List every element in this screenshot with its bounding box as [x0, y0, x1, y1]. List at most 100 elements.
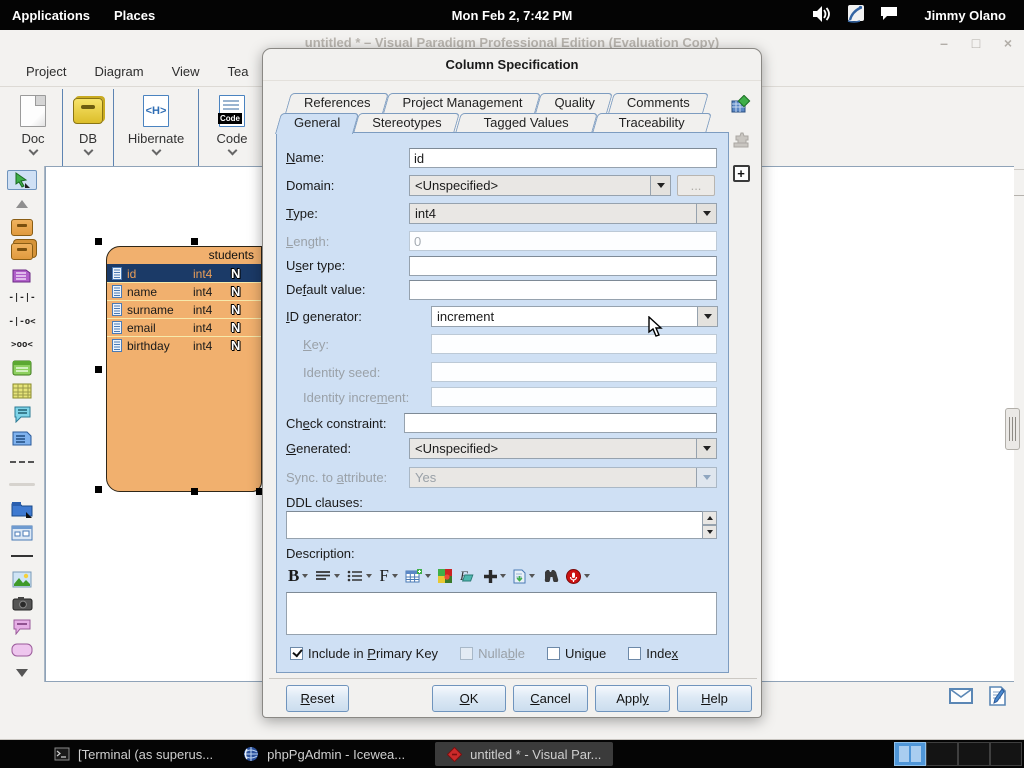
checkbox-icon[interactable]: [547, 647, 560, 660]
selection-handle[interactable]: [191, 238, 198, 245]
dashed-connector-tool[interactable]: [7, 453, 37, 471]
dropdown-arrow-icon[interactable]: [696, 439, 716, 458]
format-painter-icon[interactable]: F: [458, 568, 479, 584]
task-visual-paradigm[interactable]: untitled * - Visual Par...: [435, 742, 613, 766]
description-input[interactable]: [286, 592, 717, 635]
selection-handle[interactable]: [95, 366, 102, 373]
plus-icon[interactable]: [482, 569, 508, 584]
entity-tool[interactable]: [7, 218, 37, 237]
selection-handle[interactable]: [191, 488, 198, 495]
cancel-button[interactable]: Cancel: [513, 685, 588, 712]
id-generator-combo[interactable]: increment: [431, 306, 718, 327]
generated-combo[interactable]: <Unspecified>: [409, 438, 717, 459]
workspace-4[interactable]: [990, 742, 1022, 766]
menu-project[interactable]: Project: [12, 64, 80, 79]
entity-row-email[interactable]: email int4 N: [107, 318, 261, 336]
unique-checkbox[interactable]: Unique: [547, 646, 606, 661]
add-button[interactable]: +: [733, 165, 750, 182]
domain-combo[interactable]: <Unspecified>: [409, 175, 671, 196]
panel-grip[interactable]: [1005, 408, 1020, 450]
selection-handle[interactable]: [95, 238, 102, 245]
diagram-overview-tool[interactable]: [7, 524, 37, 542]
entity-row-name[interactable]: name int4 N: [107, 282, 261, 300]
check-constraint-input[interactable]: [404, 413, 717, 433]
menu-view[interactable]: View: [158, 64, 214, 79]
edit-document-icon[interactable]: [989, 686, 1006, 709]
color-grid-icon[interactable]: [436, 568, 455, 584]
volume-icon[interactable]: [812, 5, 832, 26]
callout-tool[interactable]: [7, 405, 37, 424]
selection-handle[interactable]: [95, 486, 102, 493]
include-in-primary-key-checkbox[interactable]: Include in Primary Key: [290, 646, 438, 661]
bold-icon[interactable]: B: [286, 565, 310, 587]
note-tool[interactable]: [7, 429, 37, 447]
one-to-one-relationship-tool[interactable]: -|-|-: [7, 289, 37, 307]
pointer-tool[interactable]: [7, 170, 37, 190]
user-menu[interactable]: Jimmy Olano: [912, 0, 1018, 30]
user-type-input[interactable]: [409, 256, 717, 276]
many-to-many-relationship-tool[interactable]: >oo<: [7, 336, 37, 354]
entity-row-surname[interactable]: surname int4 N: [107, 300, 261, 318]
apply-button[interactable]: Apply: [595, 685, 670, 712]
align-icon[interactable]: [313, 569, 342, 583]
chevron-down-icon[interactable]: [28, 146, 38, 156]
entity-row-birthday[interactable]: birthday int4 N: [107, 336, 261, 354]
menu-diagram[interactable]: Diagram: [80, 64, 157, 79]
places-menu[interactable]: Places: [102, 0, 167, 30]
rounded-rectangle-tool[interactable]: [7, 641, 37, 659]
tab-tagged-values[interactable]: Tagged Values: [458, 113, 595, 133]
tab-quality[interactable]: Quality: [538, 93, 610, 113]
scroll-down-icon[interactable]: [7, 664, 37, 682]
index-checkbox[interactable]: Index: [628, 646, 678, 661]
tab-comments[interactable]: Comments: [611, 93, 706, 113]
applications-menu[interactable]: Applications: [0, 0, 102, 30]
dropdown-arrow-icon[interactable]: [696, 204, 716, 223]
stored-procedure-tool[interactable]: [7, 359, 37, 377]
task-terminal[interactable]: [Terminal (as superus...: [42, 742, 225, 766]
chevron-down-icon[interactable]: [227, 146, 237, 156]
database-view-tool[interactable]: [7, 382, 37, 400]
list-icon[interactable]: [345, 569, 374, 583]
checkbox-icon[interactable]: [290, 647, 303, 660]
hibernate-button[interactable]: <H> Hibernate: [114, 87, 198, 169]
insert-file-icon[interactable]: [511, 568, 537, 585]
tab-references[interactable]: References: [288, 93, 386, 113]
doc-button[interactable]: Doc: [4, 87, 62, 169]
ok-button[interactable]: OK: [432, 685, 506, 712]
table-icon[interactable]: [403, 568, 433, 584]
ddl-clauses-input[interactable]: [286, 511, 717, 539]
tab-traceability[interactable]: Traceability: [595, 113, 709, 133]
image-tool[interactable]: [7, 570, 37, 589]
record-audio-icon[interactable]: [564, 568, 592, 585]
code-button[interactable]: Code Code: [199, 87, 265, 169]
multi-entity-tool[interactable]: [7, 242, 37, 261]
checkbox-icon[interactable]: [628, 647, 641, 660]
workspace-3[interactable]: [958, 742, 990, 766]
chat-icon[interactable]: [880, 6, 898, 25]
view-tool[interactable]: [7, 266, 37, 284]
close-button[interactable]: ×: [1000, 30, 1016, 56]
entity-row-id[interactable]: id int4 N: [107, 264, 261, 282]
one-to-many-relationship-tool[interactable]: -|-o<: [7, 313, 37, 331]
menu-team[interactable]: Tea: [214, 64, 263, 79]
font-icon[interactable]: F: [377, 565, 399, 587]
chevron-down-icon[interactable]: [151, 146, 161, 156]
ddl-spinner[interactable]: [702, 511, 717, 539]
dropdown-arrow-icon[interactable]: [650, 176, 670, 195]
find-icon[interactable]: [540, 569, 561, 583]
pen-input-icon[interactable]: [846, 4, 866, 27]
minimize-button[interactable]: –: [936, 30, 952, 56]
model-transitor-icon[interactable]: [731, 95, 751, 118]
tab-stereotypes[interactable]: Stereotypes: [356, 113, 457, 133]
reset-button[interactable]: Reset: [286, 685, 349, 712]
chevron-down-icon[interactable]: [83, 146, 93, 156]
workspace-2[interactable]: [926, 742, 958, 766]
comment-tool[interactable]: [7, 617, 37, 635]
dropdown-arrow-icon[interactable]: [697, 307, 717, 326]
line-tool[interactable]: [7, 547, 37, 565]
entity-students[interactable]: students id int4 N name int4 N surname i…: [106, 246, 262, 492]
db-button[interactable]: DB: [63, 87, 113, 169]
mail-icon[interactable]: [949, 688, 973, 707]
name-input[interactable]: [409, 148, 717, 168]
screenshot-tool[interactable]: [7, 594, 37, 612]
